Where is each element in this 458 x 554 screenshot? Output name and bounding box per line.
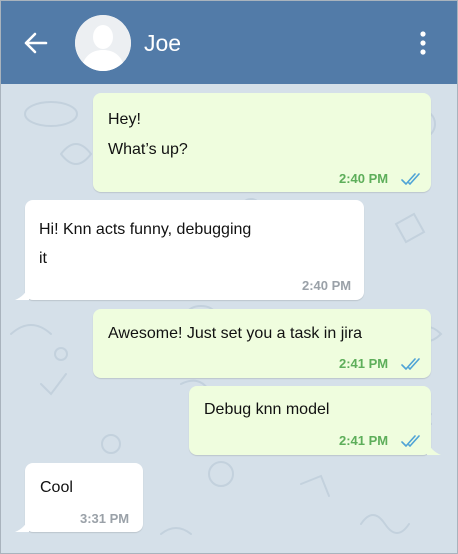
message-text: Awesome! Just set you a task in jira (108, 325, 363, 342)
message-time: 3:31 PM (80, 511, 130, 526)
message-time: 2:41 PM (339, 433, 389, 448)
message-time: 2:40 PM (302, 278, 352, 293)
message-time: 2:41 PM (339, 356, 389, 371)
message-text: Debug knn model (204, 401, 330, 418)
message-incoming[interactable]: Hi! Knn acts funny, debugging it 2:40 PM (25, 200, 364, 300)
message-text: Hi! Knn acts funny, debugging it (39, 221, 252, 267)
message-time: 2:40 PM (339, 171, 389, 186)
message-outgoing[interactable]: Debug knn model 2:41 PM (189, 386, 431, 455)
bubble-tail (427, 441, 441, 455)
message-text: Hey! What’s up? (108, 111, 188, 158)
message-outgoing[interactable]: Hey! What’s up? 2:40 PM (93, 93, 431, 192)
message-list[interactable]: Hey! What’s up? 2:40 PM Hi! Knn acts fun… (1, 84, 457, 553)
chat-window: Joe Hey! What’s up? 2:40 PM Hi! Knn acts… (0, 0, 458, 554)
avatar[interactable] (75, 15, 131, 71)
avatar-placeholder-icon (75, 15, 131, 71)
message-outgoing[interactable]: Awesome! Just set you a task in jira 2:4… (93, 309, 431, 378)
contact-name[interactable]: Joe (144, 30, 181, 56)
bubble-tail (15, 286, 29, 300)
message-text: Cool (40, 479, 73, 496)
double-check-icon (401, 435, 420, 447)
back-arrow-icon[interactable] (23, 31, 49, 55)
double-check-icon (401, 358, 420, 370)
chat-header: Joe (1, 1, 457, 84)
bubble-tail (15, 518, 29, 532)
more-vertical-icon[interactable] (415, 29, 431, 57)
double-check-icon (401, 173, 420, 185)
message-incoming[interactable]: Cool 3:31 PM (25, 463, 143, 532)
